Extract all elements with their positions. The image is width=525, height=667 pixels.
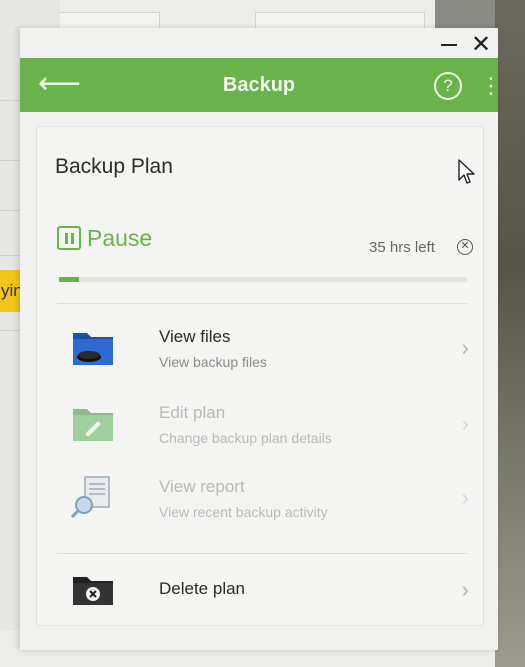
chevron-right-icon: › — [461, 335, 469, 360]
more-options-icon[interactable]: ⋮ — [480, 70, 502, 102]
progress-fill — [59, 277, 80, 282]
divider — [57, 303, 467, 304]
menu-item-title: Delete plan — [159, 579, 246, 598]
help-icon[interactable]: ? — [434, 72, 462, 100]
minimize-icon[interactable] — [436, 32, 462, 56]
edit-folder-icon — [73, 409, 113, 441]
menu-item-title: View report — [159, 477, 245, 496]
mouse-pointer-icon — [458, 159, 475, 184]
app-bar: ⟵ Backup ? ⋮ — [20, 58, 502, 112]
menu-item-view-report[interactable]: View report View recent backup activity … — [55, 461, 469, 537]
pause-icon — [57, 226, 81, 250]
menu-item-edit-plan[interactable]: Edit plan Change backup plan details › — [55, 387, 469, 463]
delete-folder-icon — [73, 577, 113, 605]
cancel-backup-icon[interactable]: ✕ — [457, 239, 473, 255]
chevron-right-icon: › — [461, 577, 469, 602]
menu-item-subtitle: View backup files — [159, 354, 267, 370]
chevron-right-icon: › — [461, 485, 469, 510]
pause-label: Pause — [87, 224, 153, 251]
background-desktop-edge — [495, 0, 525, 667]
plan-title: Backup Plan — [55, 155, 173, 178]
window-controls: ✕ — [378, 28, 498, 58]
backup-plan-card: Backup Plan Pause 35 hrs left ✕ View fil… — [36, 126, 484, 626]
menu-item-title: Edit plan — [159, 403, 226, 422]
menu-item-view-files[interactable]: View files View backup files › — [55, 311, 469, 387]
report-icon — [71, 476, 110, 519]
pause-button[interactable]: Pause — [57, 223, 152, 253]
backup-progress-bar — [59, 277, 467, 282]
time-remaining: 35 hrs left — [369, 239, 435, 256]
menu-item-delete-plan[interactable]: Delete plan › — [55, 553, 469, 629]
app-title: Backup — [222, 74, 296, 96]
menu-item-subtitle: Change backup plan details — [159, 430, 332, 446]
menu-item-title: View files — [159, 327, 231, 346]
menu-item-subtitle: View recent backup activity — [159, 504, 328, 520]
folder-icon — [73, 333, 113, 365]
close-icon[interactable]: ✕ — [468, 31, 494, 58]
chevron-right-icon: › — [461, 411, 469, 436]
backup-window: ✕ ⟵ Backup ? ⋮ Backup Plan Pause 35 hrs … — [20, 28, 502, 650]
